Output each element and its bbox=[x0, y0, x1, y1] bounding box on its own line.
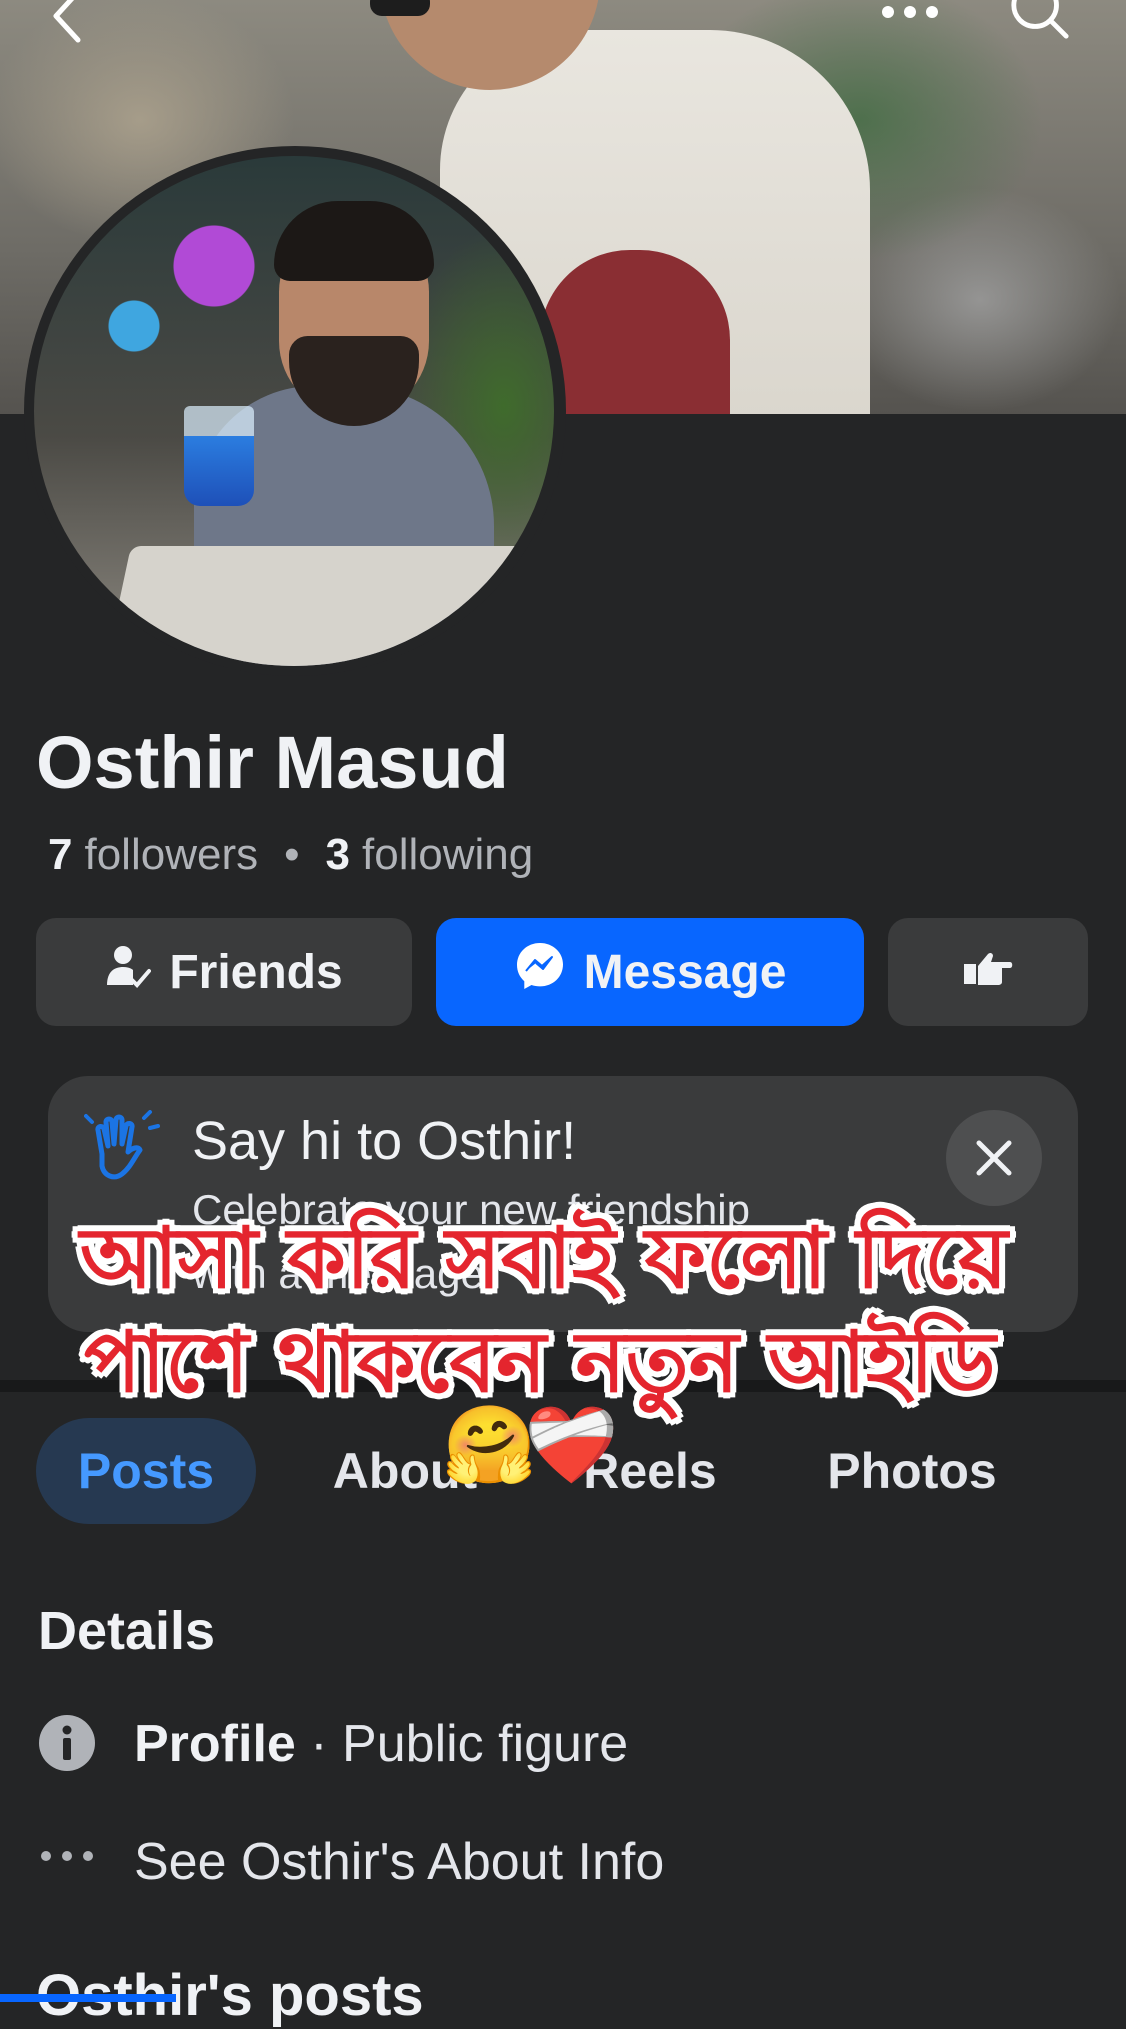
mending-heart-emoji: ❤️‍🩹 bbox=[524, 1403, 619, 1488]
follow-stats: 7 followers • 3 following bbox=[48, 830, 533, 880]
message-button[interactable]: Message bbox=[436, 918, 864, 1026]
following-label[interactable]: following bbox=[362, 830, 533, 880]
following-count[interactable]: 3 bbox=[326, 830, 350, 880]
wave-icon bbox=[84, 1110, 160, 1191]
message-label: Message bbox=[583, 945, 787, 999]
cover-shirt-print bbox=[540, 250, 730, 414]
poke-icon bbox=[962, 945, 1014, 1000]
cover-sunglasses bbox=[370, 0, 430, 16]
followers-count[interactable]: 7 bbox=[48, 830, 72, 880]
avatar-table bbox=[96, 546, 554, 666]
separator-dot: • bbox=[284, 830, 300, 879]
back-icon[interactable] bbox=[36, 0, 100, 48]
search-icon[interactable] bbox=[1008, 0, 1072, 42]
close-icon[interactable] bbox=[946, 1110, 1042, 1206]
friends-label: Friends bbox=[169, 945, 343, 999]
friends-icon bbox=[105, 943, 152, 1001]
tab-posts[interactable]: Posts bbox=[36, 1418, 256, 1524]
profile-category-label: Profile bbox=[134, 1715, 296, 1773]
avatar-hair bbox=[274, 201, 434, 281]
overlay-caption-line1: আসা করি সবাই ফলো দিয়ে bbox=[80, 1209, 1008, 1307]
profile-category: Profile · Public figure bbox=[134, 1714, 628, 1774]
poke-button[interactable] bbox=[888, 918, 1088, 1026]
more-icon[interactable] bbox=[878, 0, 942, 44]
tab-photos[interactable]: Photos bbox=[812, 1418, 1012, 1524]
avatar-cup bbox=[184, 406, 254, 506]
avatar[interactable] bbox=[34, 156, 554, 666]
info-icon bbox=[38, 1714, 96, 1777]
details-title: Details bbox=[38, 1601, 216, 1661]
profile-name: Osthir Masud bbox=[36, 721, 509, 804]
followers-label[interactable]: followers bbox=[84, 830, 258, 880]
more-horizontal-icon bbox=[38, 1848, 96, 1869]
say-hi-title: Say hi to Osthir! bbox=[192, 1111, 577, 1171]
see-about-info-link[interactable]: See Osthir's About Info bbox=[134, 1832, 664, 1892]
overlay-caption-line2: পাশে থাকবেন নতুন আইডি bbox=[84, 1313, 996, 1411]
scroll-progress-bar bbox=[0, 1994, 176, 2002]
messenger-icon bbox=[514, 940, 566, 1004]
friends-button[interactable]: Friends bbox=[36, 918, 412, 1026]
hugging-emoji: 🤗 bbox=[442, 1403, 537, 1488]
profile-category-value: · Public figure bbox=[295, 1715, 629, 1773]
